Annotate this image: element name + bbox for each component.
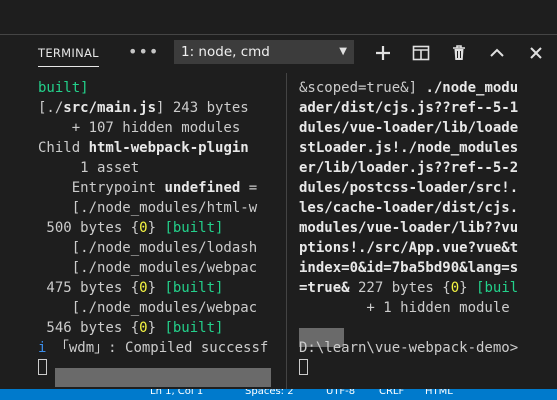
terminal-line: stLoader.js!./node_modules: [299, 138, 518, 158]
panel-header: TERMINAL ••• 1: node, cmd ▼: [0, 35, 557, 73]
terminal-line: + 1 hidden module: [299, 298, 510, 318]
selection-highlight: [55, 368, 271, 387]
terminal-line: Entrypoint undefined =: [38, 178, 257, 198]
terminal-text: [./node_modules/webpac: [38, 300, 258, 316]
terminal-line: modules/vue-loader/lib??vu: [299, 218, 518, 238]
terminal-text: 0: [139, 320, 148, 336]
terminal-line: i 「wdm」: Compiled successf: [38, 338, 268, 358]
terminal-select[interactable]: 1: node, cmd ▼: [174, 40, 354, 64]
status-item[interactable]: Ln 1, Col 1: [150, 389, 203, 397]
terminal-line: [./node_modules/lodash: [38, 238, 257, 258]
terminal-line: =true& 227 bytes {0} [buil: [299, 278, 518, 298]
terminal-text: 0: [450, 280, 460, 296]
status-bar: Ln 1, Col 1 Spaces: 2 UTF-8 CRLF HTML: [0, 389, 557, 400]
terminal-text: ader/dist/cjs.js??ref--5-1: [299, 100, 519, 116]
terminal-text: }: [147, 280, 165, 296]
terminal-text: src/main.js: [63, 100, 157, 116]
terminal-select-value: 1: node, cmd: [181, 44, 270, 60]
terminal-text: built]: [38, 80, 89, 96]
terminal-line: index=0&id=7ba5bd90&lang=s: [299, 258, 518, 278]
terminal-line: built]: [38, 78, 89, 98]
terminal-text: 546 bytes {: [38, 320, 140, 336]
split-icon[interactable]: [409, 41, 433, 65]
tab-terminal[interactable]: TERMINAL: [38, 46, 99, 67]
terminal-text: 0: [139, 220, 148, 236]
status-item[interactable]: UTF-8: [326, 389, 355, 397]
terminal-line: les/cache-loader/dist/cjs.: [299, 198, 518, 218]
terminal-text: ./node_modu: [425, 80, 519, 96]
terminal-text: er/lib/loader.js??ref--5-2: [299, 160, 519, 176]
terminal-text: stLoader.js!./node_modules: [299, 140, 519, 156]
terminal-text: + 107 hidden modules: [38, 120, 241, 136]
terminal-cursor: [38, 359, 47, 375]
terminal-text: html-webpack-plugin: [88, 140, 249, 156]
terminal-text: 1 asset: [38, 160, 140, 176]
terminal-text: [./node_modules/html-w: [38, 200, 258, 216]
terminal-text: Entrypoint: [38, 180, 165, 196]
terminal-text: D:\learn\vue-webpack-demo>: [299, 340, 519, 356]
terminal-line: dules/vue-loader/lib/loade: [299, 118, 518, 138]
status-item[interactable]: CRLF: [379, 389, 404, 397]
terminal-line: [38, 358, 47, 378]
terminal-text: Child: [38, 140, 89, 156]
terminal-text: les/cache-loader/dist/cjs.: [299, 200, 519, 216]
terminal-text: 「wdm」: Compiled successf: [46, 340, 269, 356]
terminal-text: + 1 hidden module: [299, 300, 510, 316]
terminal-line: [./node_modules/webpac: [38, 298, 257, 318]
terminal-line: [./src/main.js] 243 bytes: [38, 98, 257, 118]
terminal-text: [./node_modules/lodash: [38, 240, 258, 256]
terminal-line: 475 bytes {0} [built]: [38, 278, 223, 298]
terminal-text: index=0&id=7ba5bd90&lang=s: [299, 260, 519, 276]
terminal-line: Child html-webpack-plugin: [38, 138, 249, 158]
terminal-line: [299, 358, 308, 378]
trash-icon[interactable]: [447, 41, 471, 65]
terminal-text: }: [147, 220, 165, 236]
terminal-line: ader/dist/cjs.js??ref--5-1: [299, 98, 518, 118]
terminal-line: ptions!./src/App.vue?vue&t: [299, 238, 518, 258]
terminal-line: er/lib/loader.js??ref--5-2: [299, 158, 518, 178]
terminal-text: [./node_modules/webpac: [38, 260, 258, 276]
terminal-line: 1 asset: [38, 158, 139, 178]
chevron-down-icon: ▼: [339, 46, 347, 57]
terminal-line: + 107 hidden modules: [38, 118, 241, 138]
chevron-up-icon[interactable]: [485, 41, 509, 65]
terminal-text: 227 bytes {: [349, 280, 451, 296]
terminal-text: }: [459, 280, 477, 296]
close-icon[interactable]: [524, 41, 548, 65]
terminal-text: dules/postcss-loader/src!.: [299, 180, 519, 196]
terminal-text: }: [147, 320, 165, 336]
terminal-line: 546 bytes {0} [built]: [38, 318, 223, 338]
terminal-text: =: [240, 180, 258, 196]
terminal-line: 500 bytes {0} [built]: [38, 218, 223, 238]
terminal-text: dules/vue-loader/lib/loade: [299, 120, 519, 136]
plus-icon[interactable]: [371, 41, 395, 65]
terminal-cursor: [299, 359, 308, 375]
split-sash[interactable]: [286, 73, 287, 389]
terminal-text: [buil: [476, 280, 519, 296]
terminal-left[interactable]: built] [./src/main.js] 243 bytes + 107 hi…: [0, 73, 286, 389]
terminal-text: 475 bytes {: [38, 280, 140, 296]
terminal-text: 0: [139, 280, 148, 296]
terminal-text: ptions!./src/App.vue?vue&t: [299, 240, 519, 256]
terminal-text: &scoped=true&]: [299, 80, 426, 96]
status-item[interactable]: HTML: [425, 389, 453, 397]
terminal-text: ] 243 bytes: [156, 100, 258, 116]
terminal-text: [built]: [164, 280, 224, 296]
status-item[interactable]: Spaces: 2: [245, 389, 294, 397]
terminal-text: undefined: [164, 180, 241, 196]
terminal-line: D:\learn\vue-webpack-demo>: [299, 338, 518, 358]
terminal-text: [built]: [164, 320, 224, 336]
terminal-line: dules/postcss-loader/src!.: [299, 178, 518, 198]
terminal-text: =true&: [299, 280, 350, 296]
terminal-line: [./node_modules/html-w: [38, 198, 257, 218]
terminal-right[interactable]: &scoped=true&] ./node_modu ader/dist/cjs.…: [290, 73, 557, 389]
terminal-text: [./: [38, 100, 64, 116]
more-actions-button[interactable]: •••: [128, 41, 158, 65]
terminal-text: [built]: [164, 220, 224, 236]
editor-area: [0, 0, 557, 34]
terminal-text: modules/vue-loader/lib??vu: [299, 220, 519, 236]
terminal-line: [./node_modules/webpac: [38, 258, 257, 278]
terminal-text: 500 bytes {: [38, 220, 140, 236]
terminal-line: &scoped=true&] ./node_modu: [299, 78, 518, 98]
